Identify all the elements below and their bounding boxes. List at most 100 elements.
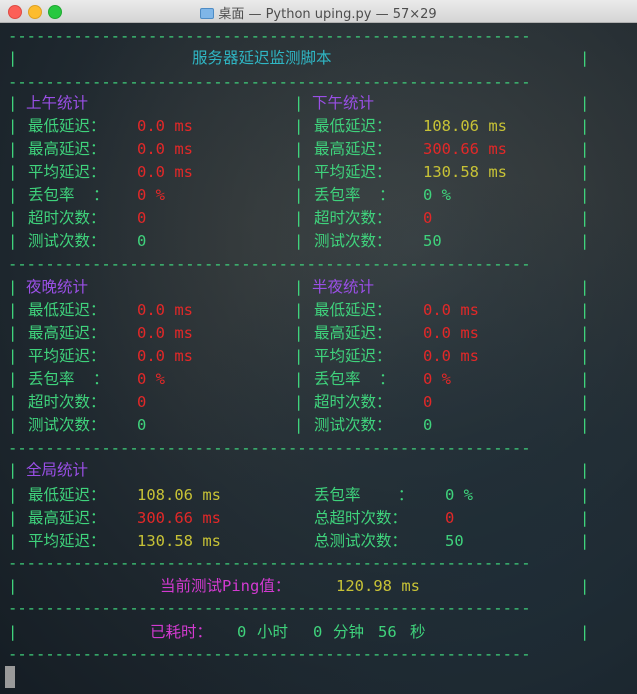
evening-timeout-value: 0 — [137, 393, 147, 411]
global-min-value: 108.06 ms — [137, 486, 221, 504]
border-pipe: | — [8, 623, 18, 641]
midnight-loss-label: 丢包率 ： — [314, 370, 395, 388]
current-ping-label: 当前测试Ping值： — [160, 577, 291, 595]
midnight-loss-value: 0 % — [423, 370, 451, 388]
global-timeout-label: 总超时次数： — [314, 509, 408, 527]
midnight-timeout-value: 0 — [423, 393, 433, 411]
separator-line: ----------------------------------------… — [8, 255, 531, 273]
global-max-label: 最高延迟： — [28, 509, 106, 527]
border-pipe: | — [294, 94, 304, 112]
border-pipe: | — [580, 301, 590, 319]
afternoon-min-label: 最低延迟： — [314, 117, 392, 135]
afternoon-max-label: 最高延迟： — [314, 140, 392, 158]
midnight-tests-label: 测试次数： — [314, 416, 392, 434]
morning-tests-label: 测试次数： — [28, 232, 106, 250]
midnight-avg-label: 平均延迟： — [314, 347, 392, 365]
terminal-cursor[interactable] — [5, 666, 15, 688]
midnight-min-value: 0.0 ms — [423, 301, 479, 319]
elapsed-label: 已耗时： — [150, 623, 213, 641]
separator-line: ----------------------------------------… — [8, 27, 531, 45]
global-timeout-value: 0 — [445, 509, 455, 527]
border-pipe: | — [8, 416, 18, 434]
border-pipe: | — [580, 416, 590, 434]
border-pipe: | — [8, 94, 18, 112]
separator-line: ----------------------------------------… — [8, 599, 531, 617]
border-pipe: | — [580, 486, 590, 504]
evening-tests-value: 0 — [137, 416, 147, 434]
morning-avg-value: 0.0 ms — [137, 163, 193, 181]
border-pipe: | — [580, 577, 590, 595]
border-pipe: | — [8, 301, 18, 319]
border-pipe: | — [294, 140, 304, 158]
border-pipe: | — [294, 117, 304, 135]
border-pipe: | — [580, 509, 590, 527]
border-pipe: | — [294, 301, 304, 319]
border-pipe: | — [8, 278, 18, 296]
border-pipe: | — [294, 278, 304, 296]
border-pipe: | — [580, 140, 590, 158]
border-pipe: | — [580, 278, 590, 296]
border-pipe: | — [294, 370, 304, 388]
current-ping-value: 120.98 ms — [336, 577, 420, 595]
border-pipe: | — [8, 186, 18, 204]
separator-line: ----------------------------------------… — [8, 645, 531, 663]
midnight-heading: 半夜统计 — [312, 278, 375, 296]
border-pipe: | — [294, 416, 304, 434]
separator-line: ----------------------------------------… — [8, 73, 531, 91]
afternoon-min-value: 108.06 ms — [423, 117, 507, 135]
border-pipe: | — [580, 94, 590, 112]
afternoon-timeout-label: 超时次数： — [314, 209, 392, 227]
border-pipe: | — [294, 163, 304, 181]
morning-avg-label: 平均延迟： — [28, 163, 106, 181]
midnight-max-label: 最高延迟： — [314, 324, 392, 342]
border-pipe: | — [294, 393, 304, 411]
evening-max-label: 最高延迟： — [28, 324, 106, 342]
global-tests-value: 50 — [445, 532, 464, 550]
global-max-value: 300.66 ms — [137, 509, 221, 527]
morning-max-value: 0.0 ms — [137, 140, 193, 158]
afternoon-timeout-value: 0 — [423, 209, 433, 227]
title-bar[interactable]: 桌面 — Python uping.py — 57×29 — [0, 0, 637, 23]
afternoon-avg-label: 平均延迟： — [314, 163, 392, 181]
border-pipe: | — [294, 209, 304, 227]
midnight-min-label: 最低延迟： — [314, 301, 392, 319]
global-min-label: 最低延迟： — [28, 486, 106, 504]
border-pipe: | — [8, 577, 18, 595]
border-pipe: | — [8, 393, 18, 411]
border-pipe: | — [580, 186, 590, 204]
midnight-tests-value: 0 — [423, 416, 433, 434]
evening-avg-label: 平均延迟： — [28, 347, 106, 365]
afternoon-heading: 下午统计 — [312, 94, 375, 112]
border-pipe: | — [8, 232, 18, 250]
elapsed-seconds: 56 — [378, 623, 397, 641]
midnight-avg-value: 0.0 ms — [423, 347, 479, 365]
border-pipe: | — [580, 532, 590, 550]
border-pipe: | — [580, 623, 590, 641]
morning-min-value: 0.0 ms — [137, 117, 193, 135]
border-pipe: | — [580, 324, 590, 342]
afternoon-max-value: 300.66 ms — [423, 140, 507, 158]
separator-line: ----------------------------------------… — [8, 439, 531, 457]
elapsed-hours: 0 — [237, 623, 247, 641]
afternoon-avg-value: 130.58 ms — [423, 163, 507, 181]
border-pipe: | — [8, 347, 18, 365]
border-pipe: | — [580, 117, 590, 135]
morning-timeout-value: 0 — [137, 209, 147, 227]
border-pipe: | — [8, 370, 18, 388]
page-title: 服务器延迟监测脚本 — [192, 49, 332, 67]
border-pipe: | — [8, 209, 18, 227]
afternoon-tests-value: 50 — [423, 232, 442, 250]
border-pipe: | — [8, 532, 18, 550]
window-title: 桌面 — Python uping.py — 57×29 — [218, 7, 437, 22]
border-pipe: | — [294, 347, 304, 365]
morning-loss-label: 丢包率 ： — [28, 186, 109, 204]
global-loss-label: 丢包率 ： — [314, 486, 414, 504]
border-pipe: | — [8, 163, 18, 181]
evening-loss-value: 0 % — [137, 370, 165, 388]
evening-tests-label: 测试次数： — [28, 416, 106, 434]
border-pipe: | — [8, 509, 18, 527]
evening-max-value: 0.0 ms — [137, 324, 193, 342]
evening-avg-value: 0.0 ms — [137, 347, 193, 365]
midnight-timeout-label: 超时次数： — [314, 393, 392, 411]
border-pipe: | — [580, 393, 590, 411]
